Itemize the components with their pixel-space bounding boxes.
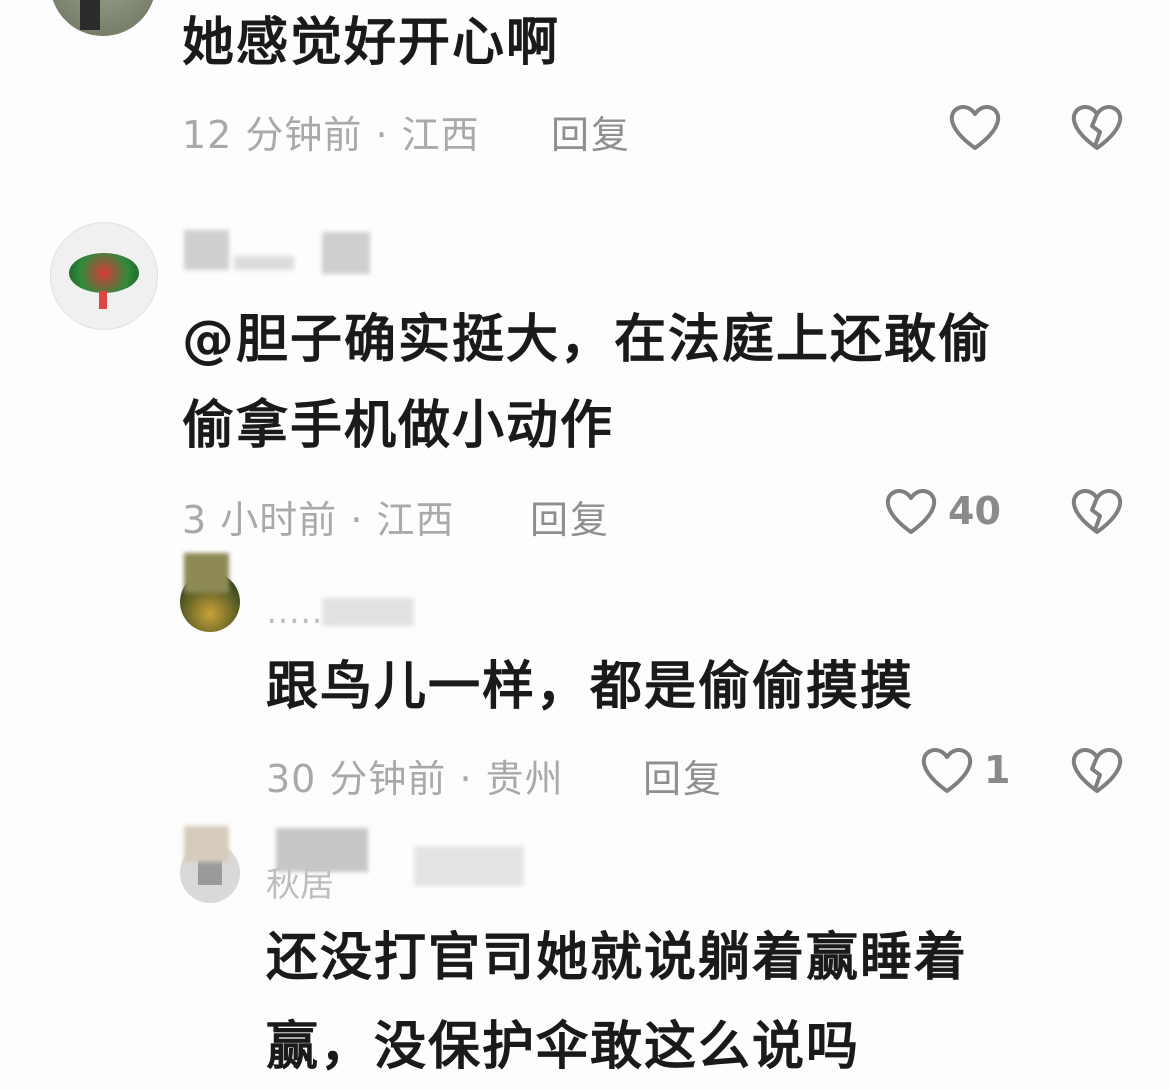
- dislike-button[interactable]: [1070, 486, 1124, 536]
- username[interactable]: [184, 230, 229, 270]
- dislike-button[interactable]: [1070, 745, 1124, 795]
- comment-text-line: 偷拿手机做小动作: [182, 396, 615, 456]
- comment-text-line: 还没打官司她就说躺着赢睡着: [266, 928, 969, 988]
- broken-heart-icon: [1071, 748, 1123, 793]
- like-button[interactable]: [948, 102, 1002, 152]
- dislike-button[interactable]: [1070, 102, 1124, 152]
- broken-heart-icon: [1071, 489, 1123, 534]
- heart-outline-icon: [949, 105, 1001, 150]
- comment-text-line: @胆子确实挺大，在法庭上还敢偷: [182, 310, 993, 370]
- reply-button[interactable]: 回复: [551, 104, 631, 159]
- reply-button[interactable]: 回复: [643, 748, 723, 803]
- heart-outline-icon: [921, 748, 973, 793]
- comment-text: 跟鸟儿一样，都是偷偷摸摸: [266, 657, 915, 717]
- comment-meta: 30 分钟前 · 贵州: [266, 757, 564, 801]
- like-button[interactable]: [884, 486, 938, 536]
- broken-heart-icon: [1071, 105, 1123, 150]
- heart-outline-icon: [885, 489, 937, 534]
- like-count: 40: [948, 489, 1001, 533]
- avatar[interactable]: [50, 0, 156, 36]
- reply-button[interactable]: 回复: [530, 489, 610, 544]
- comment-text: 她感觉好开心啊: [182, 13, 561, 73]
- comment-text-line: 赢，没保护伞敢这么说吗: [266, 1017, 861, 1077]
- avatar[interactable]: [50, 222, 158, 330]
- like-button[interactable]: [920, 745, 974, 795]
- comment-meta: 3 小时前 · 江西: [182, 498, 455, 542]
- comment-meta: 12 分钟前 · 江西: [182, 113, 480, 157]
- like-count: 1: [984, 748, 1011, 792]
